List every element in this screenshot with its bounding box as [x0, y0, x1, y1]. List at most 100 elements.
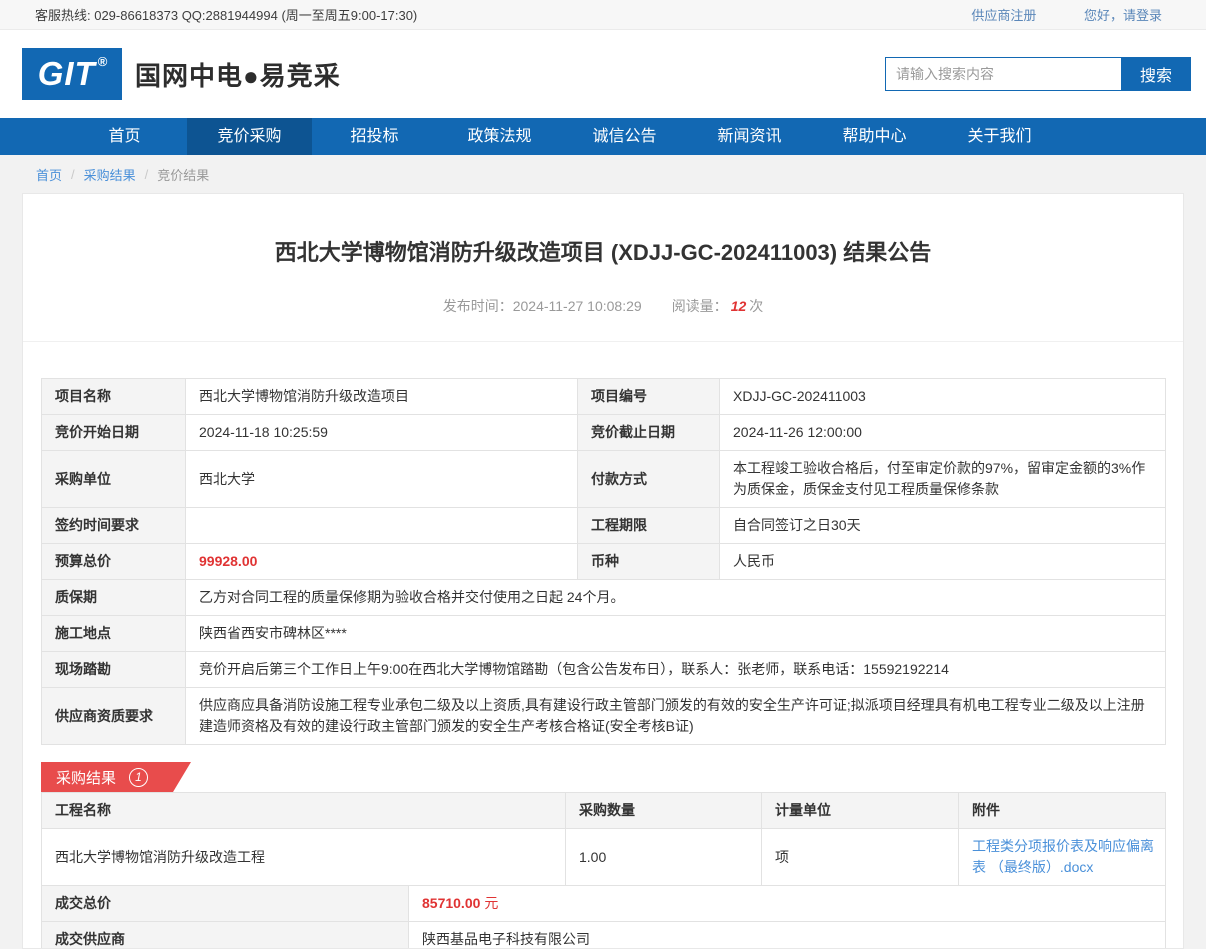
breadcrumb: 首页 / 采购结果 / 竞价结果: [0, 155, 1206, 193]
field-label: 项目名称: [42, 379, 186, 415]
content-card: 西北大学博物馆消防升级改造项目 (XDJJ-GC-202411003) 结果公告…: [22, 193, 1184, 949]
deal-total-unit: 元: [484, 895, 498, 911]
ribbon-count-badge: 1: [129, 768, 148, 787]
attachment-link[interactable]: 工程类分项报价表及响应偏离表 （最终版）.docx: [972, 838, 1154, 875]
logo-text: GIT: [38, 55, 96, 93]
login-link[interactable]: 您好，请登录: [1084, 8, 1162, 23]
search-bar: 搜索: [885, 57, 1191, 91]
breadcrumb-current: 竞价结果: [157, 165, 209, 184]
field-label: 币种: [578, 544, 720, 580]
breadcrumb-home[interactable]: 首页: [36, 165, 62, 184]
deal-supplier-value: 陕西基品电子科技有限公司: [409, 922, 1166, 949]
project-name-cell: 西北大学博物馆消防升级改造工程: [42, 829, 566, 886]
table-row: 采购单位 西北大学 付款方式 本工程竣工验收合格后，付至审定价款的97%，留审定…: [42, 451, 1166, 508]
field-value: 西北大学博物馆消防升级改造项目: [186, 379, 578, 415]
field-value: 本工程竣工验收合格后，付至审定价款的97%，留审定金额的3%作为质保金，质保金支…: [720, 451, 1166, 508]
budget-total-value: 99928.00: [186, 544, 578, 580]
field-value: 竞价开启后第三个工作日上午9:00在西北大学博物馆踏勘（包含公告发布日），联系人…: [186, 652, 1166, 688]
breadcrumb-separator: /: [145, 167, 149, 182]
field-value: 2024-11-26 12:00:00: [720, 415, 1166, 451]
field-label: 项目编号: [578, 379, 720, 415]
field-label: 预算总价: [42, 544, 186, 580]
field-value: 西北大学: [186, 451, 578, 508]
nav-item-home[interactable]: 首页: [62, 118, 187, 155]
field-label: 施工地点: [42, 616, 186, 652]
table-row: 预算总价 99928.00 币种 人民币: [42, 544, 1166, 580]
column-header: 工程名称: [42, 793, 566, 829]
table-row: 现场踏勘 竞价开启后第三个工作日上午9:00在西北大学博物馆踏勘（包含公告发布日…: [42, 652, 1166, 688]
column-header: 计量单位: [762, 793, 959, 829]
deal-total-cell: 85710.00元: [409, 886, 1166, 922]
site-name: 国网中电●易竞采: [135, 56, 341, 93]
field-label: 现场踏勘: [42, 652, 186, 688]
field-label: 采购单位: [42, 451, 186, 508]
breadcrumb-separator: /: [71, 167, 75, 182]
nav-item-help[interactable]: 帮助中心: [812, 118, 937, 155]
search-button[interactable]: 搜索: [1121, 57, 1191, 91]
header: GIT® 国网中电●易竞采 搜索: [0, 30, 1206, 118]
breadcrumb-purchase-results[interactable]: 采购结果: [84, 165, 136, 184]
field-value: 供应商应具备消防设施工程专业承包二级及以上资质,具有建设行政主管部门颁发的有效的…: [186, 688, 1166, 745]
purchase-result-ribbon: 采购结果 1: [41, 762, 191, 792]
search-input[interactable]: [885, 57, 1121, 91]
field-value: 自合同签订之日30天: [720, 508, 1166, 544]
field-label: 付款方式: [578, 451, 720, 508]
field-value: XDJJ-GC-202411003: [720, 379, 1166, 415]
table-row: 竞价开始日期 2024-11-18 10:25:59 竞价截止日期 2024-1…: [42, 415, 1166, 451]
nav-item-bidding-purchase[interactable]: 竞价采购: [187, 118, 312, 155]
main-nav: 首页 竞价采购 招投标 政策法规 诚信公告 新闻资讯 帮助中心 关于我们: [0, 118, 1206, 155]
nav-list: 首页 竞价采购 招投标 政策法规 诚信公告 新闻资讯 帮助中心 关于我们: [62, 118, 1206, 155]
hotline-text: 客服热线: 029-86618373 QQ:2881944994 (周一至周五9…: [35, 5, 417, 24]
quantity-cell: 1.00: [566, 829, 762, 886]
views-unit: 次: [749, 298, 763, 314]
nav-item-policy[interactable]: 政策法规: [437, 118, 562, 155]
table-header-row: 工程名称 采购数量 计量单位 附件: [42, 793, 1166, 829]
table-row: 西北大学博物馆消防升级改造工程 1.00 项 工程类分项报价表及响应偏离表 （最…: [42, 829, 1166, 886]
field-value: 陕西省西安市碑林区****: [186, 616, 1166, 652]
field-label: 成交供应商: [42, 922, 409, 949]
publish-time-label: 发布时间：: [443, 298, 513, 314]
field-value: 人民币: [720, 544, 1166, 580]
table-row: 供应商资质要求 供应商应具备消防设施工程专业承包二级及以上资质,具有建设行政主管…: [42, 688, 1166, 745]
field-label: 供应商资质要求: [42, 688, 186, 745]
nav-item-about[interactable]: 关于我们: [937, 118, 1062, 155]
nav-item-news[interactable]: 新闻资讯: [687, 118, 812, 155]
deal-summary-table: 成交总价 85710.00元 成交供应商 陕西基品电子科技有限公司: [41, 885, 1166, 949]
page-title: 西北大学博物馆消防升级改造项目 (XDJJ-GC-202411003) 结果公告: [23, 238, 1183, 268]
article-meta: 发布时间：2024-11-27 10:08:29 阅读量：12次: [23, 298, 1183, 315]
field-label: 工程期限: [578, 508, 720, 544]
field-label: 竞价开始日期: [42, 415, 186, 451]
nav-item-integrity[interactable]: 诚信公告: [562, 118, 687, 155]
field-label: 质保期: [42, 580, 186, 616]
field-value: 乙方对合同工程的质量保修期为验收合格并交付使用之日起 24个月。: [186, 580, 1166, 616]
publish-time-value: 2024-11-27 10:08:29: [513, 298, 642, 314]
unit-cell: 项: [762, 829, 959, 886]
supplier-register-link[interactable]: 供应商注册: [971, 8, 1036, 23]
field-value: [186, 508, 578, 544]
views-label: 阅读量：: [672, 298, 728, 314]
field-label: 竞价截止日期: [578, 415, 720, 451]
topbar-links: 供应商注册 您好，请登录: [927, 5, 1162, 24]
column-header: 附件: [959, 793, 1166, 829]
nav-item-tender[interactable]: 招投标: [312, 118, 437, 155]
table-row: 签约时间要求 工程期限 自合同签订之日30天: [42, 508, 1166, 544]
topbar: 客服热线: 029-86618373 QQ:2881944994 (周一至周五9…: [0, 0, 1206, 30]
table-row: 施工地点 陕西省西安市碑林区****: [42, 616, 1166, 652]
field-label: 签约时间要求: [42, 508, 186, 544]
column-header: 采购数量: [566, 793, 762, 829]
purchase-result-table: 工程名称 采购数量 计量单位 附件 西北大学博物馆消防升级改造工程 1.00 项…: [41, 792, 1166, 886]
divider: [23, 341, 1183, 342]
table-row: 成交供应商 陕西基品电子科技有限公司: [42, 922, 1166, 949]
site-logo[interactable]: GIT®: [22, 48, 122, 100]
ribbon-label: 采购结果: [56, 767, 116, 788]
deal-total-value: 85710.00: [422, 895, 480, 911]
project-info-table: 项目名称 西北大学博物馆消防升级改造项目 项目编号 XDJJ-GC-202411…: [41, 378, 1166, 745]
field-value: 2024-11-18 10:25:59: [186, 415, 578, 451]
table-row: 质保期 乙方对合同工程的质量保修期为验收合格并交付使用之日起 24个月。: [42, 580, 1166, 616]
views-count: 12: [731, 298, 747, 314]
field-label: 成交总价: [42, 886, 409, 922]
table-row: 成交总价 85710.00元: [42, 886, 1166, 922]
registered-trademark-icon: ®: [98, 54, 109, 69]
table-row: 项目名称 西北大学博物馆消防升级改造项目 项目编号 XDJJ-GC-202411…: [42, 379, 1166, 415]
attachment-cell: 工程类分项报价表及响应偏离表 （最终版）.docx: [959, 829, 1166, 886]
